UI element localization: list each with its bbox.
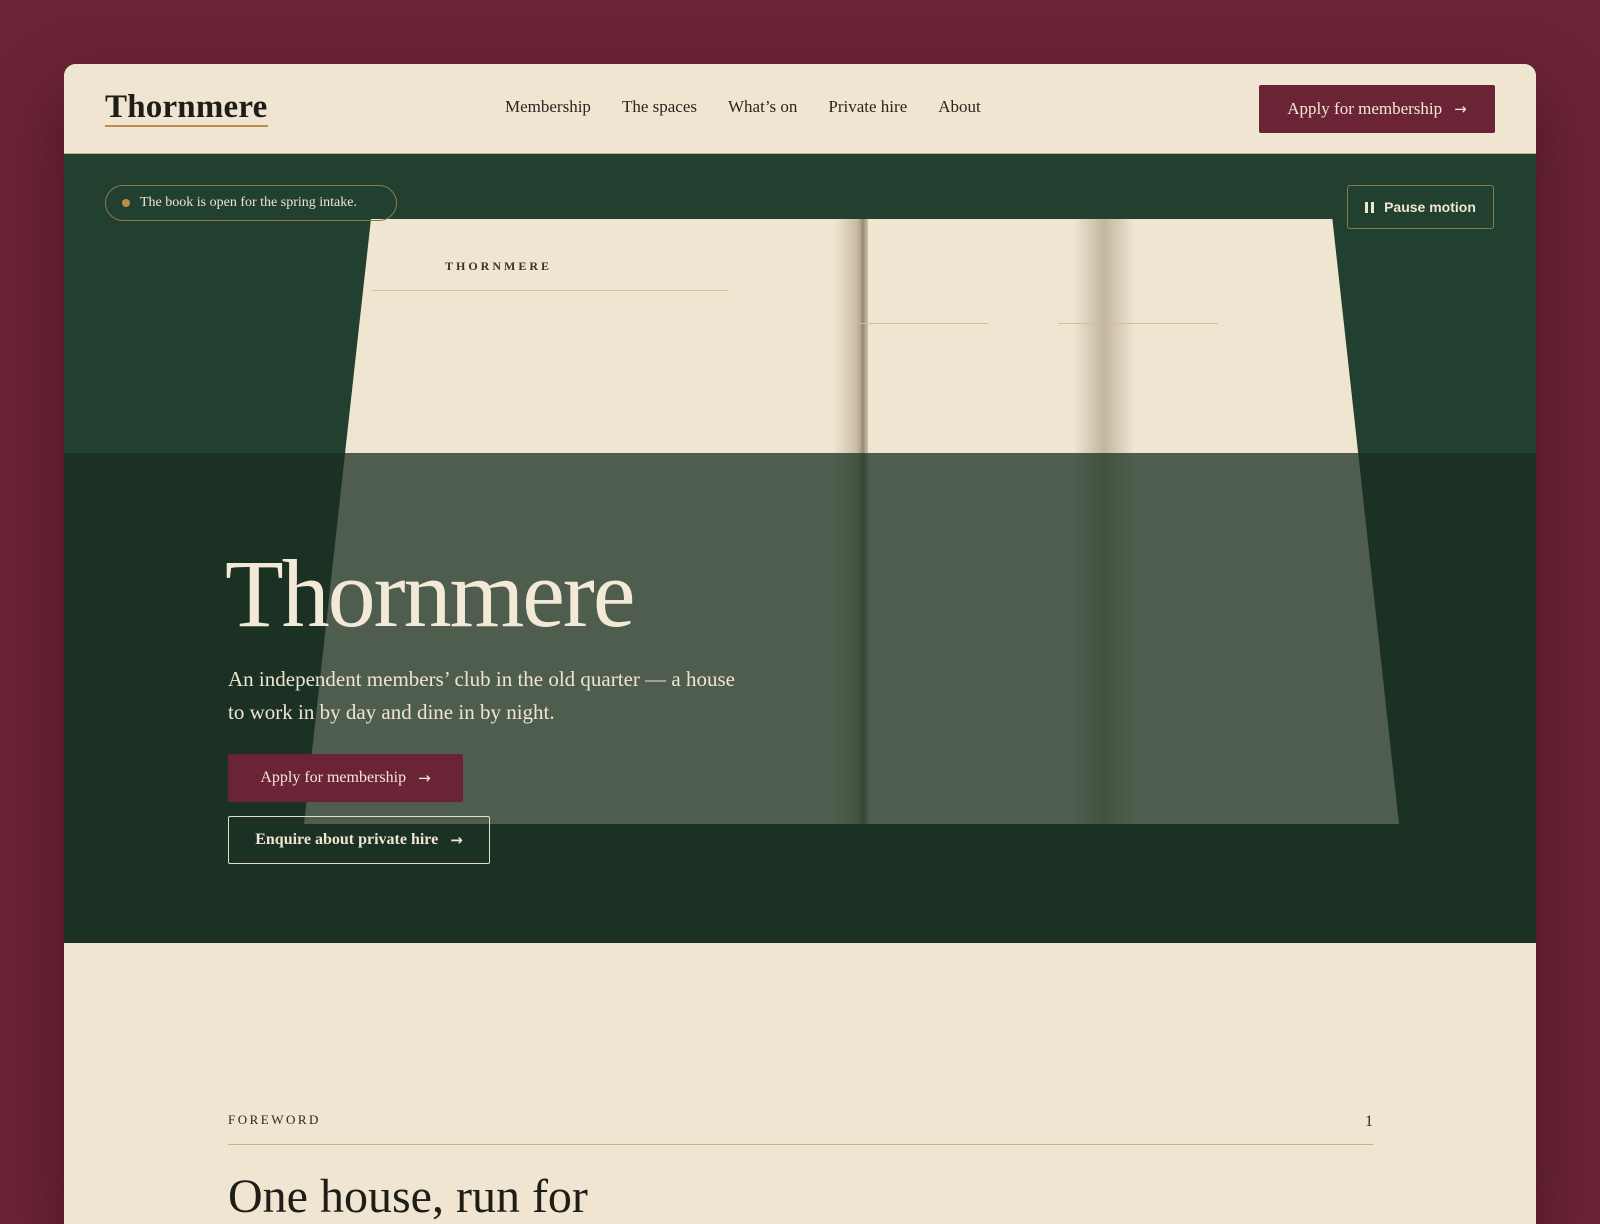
nav-about[interactable]: About — [938, 96, 981, 118]
hero-apply-label: Apply for membership — [260, 769, 407, 786]
nav-whats-on[interactable]: What’s on — [728, 96, 797, 118]
arrow-right-icon: → — [450, 830, 463, 849]
intake-status-text: The book is open for the spring intake. — [140, 195, 357, 210]
site-logo[interactable]: Thornmere — [105, 90, 268, 127]
pause-motion-label: Pause motion — [1384, 199, 1476, 215]
hero-apply-button[interactable]: Apply for membership → — [228, 754, 463, 802]
foreword-section: FOREWORD 1 One house, run for the people… — [64, 943, 1536, 1224]
book-rule — [372, 290, 728, 291]
foreword-label: FOREWORD — [228, 1112, 321, 1127]
nav-private-hire[interactable]: Private hire — [828, 96, 907, 118]
nav-the-spaces[interactable]: The spaces — [622, 96, 697, 118]
hero-title: Thornmere — [225, 540, 635, 647]
hero-section: THORNMERE The book is open for the sprin… — [64, 154, 1536, 943]
pause-motion-button[interactable]: Pause motion — [1347, 185, 1494, 229]
foreword-heading: One house, run for the people in it — [228, 1170, 588, 1224]
private-hire-enquiry-label: Enquire about private hire — [255, 831, 439, 848]
arrow-right-icon: → — [418, 768, 431, 787]
book-brand-mark: THORNMERE — [445, 259, 553, 273]
browser-window: Thornmere Membership The spaces What’s o… — [64, 64, 1536, 1224]
arrow-right-icon: → — [1454, 99, 1467, 118]
status-dot-icon — [122, 199, 130, 207]
foreword-page-number: 1 — [1365, 1113, 1373, 1130]
nav-membership[interactable]: Membership — [505, 96, 591, 118]
private-hire-enquiry-button[interactable]: Enquire about private hire → — [228, 816, 490, 864]
main-nav: Membership The spaces What’s on Private … — [505, 96, 981, 118]
header-apply-button[interactable]: Apply for membership → — [1259, 85, 1495, 133]
hero-subtitle: An independent members’ club in the old … — [228, 667, 735, 724]
site-header: Thornmere Membership The spaces What’s o… — [64, 64, 1536, 154]
foreword-divider — [228, 1144, 1373, 1145]
header-apply-label: Apply for membership — [1287, 99, 1443, 118]
book-rule — [849, 323, 988, 324]
book-rule — [1058, 323, 1218, 324]
intake-status-badge: The book is open for the spring intake. — [105, 185, 397, 221]
pause-icon — [1365, 201, 1375, 213]
